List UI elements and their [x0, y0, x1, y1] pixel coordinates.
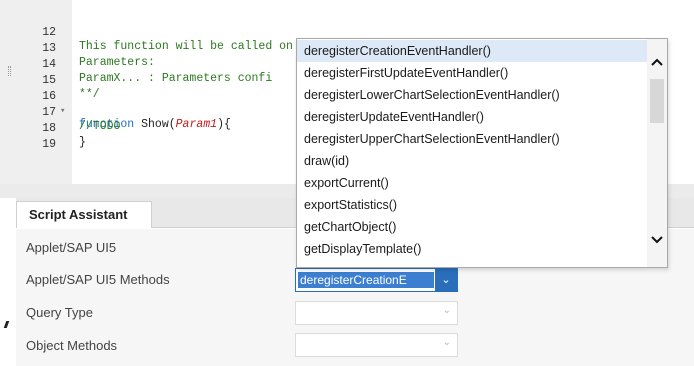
code-line-15: 15 **/ — [0, 60, 300, 101]
dropdown-item[interactable]: deregisterFirstUpdateEventHandler() — [297, 62, 649, 84]
code-line-17: 17 //TODO — [0, 92, 300, 133]
dropdown-item[interactable]: deregisterLowerChartSelectionEventHandle… — [297, 84, 649, 106]
line-number: 19 — [42, 138, 56, 151]
code-line-12: 12 This function will be called on press… — [0, 12, 403, 53]
chevron-down-icon: ⌄ — [442, 337, 451, 348]
object-methods-label: Object Methods — [26, 338, 118, 353]
applet-label: Applet/SAP UI5 — [26, 240, 117, 255]
dropdown-item[interactable]: getChartObject() — [297, 216, 649, 238]
cursor-mark — [3, 321, 10, 328]
tab-script-assistant[interactable]: Script Assistant — [16, 201, 152, 228]
applet-methods-select[interactable]: deregisterCreationE ⌄ — [295, 268, 458, 292]
dropdown-item[interactable]: deregisterCreationEventHandler() — [297, 40, 649, 62]
chevron-down-icon: ⌄ — [442, 305, 451, 316]
dropdown-item[interactable]: exportStatistics() — [297, 194, 649, 216]
code-line-16: 16 ▾ function Show(Param1){ — [0, 76, 300, 131]
dropdown-scrollbar[interactable] — [647, 39, 667, 267]
query-type-select[interactable]: ⌄ — [295, 301, 458, 325]
query-type-label: Query Type — [26, 305, 93, 320]
dropdown-item[interactable]: getDisplayTemplate() — [297, 238, 649, 260]
dropdown-item[interactable]: draw(id) — [297, 150, 649, 172]
dropdown-item[interactable]: deregisterUpdateEventHandler() — [297, 106, 649, 128]
chevron-down-icon[interactable] — [647, 231, 667, 251]
object-methods-select[interactable]: ⌄ — [295, 333, 458, 357]
chevron-down-icon[interactable]: ⌄ — [435, 269, 457, 291]
code-line-19: 19 — [0, 124, 300, 151]
scrollbar-thumb[interactable] — [650, 79, 664, 123]
autocomplete-dropdown[interactable]: deregisterCreationEventHandler() deregis… — [296, 38, 668, 268]
chevron-up-icon[interactable] — [647, 53, 667, 73]
dropdown-item[interactable]: deregisterUpperChartSelectionEventHandle… — [297, 128, 649, 150]
applet-methods-input[interactable]: deregisterCreationE — [297, 271, 435, 289]
dropdown-item[interactable]: exportCurrent() — [297, 172, 649, 194]
code-line-18: 18 } — [0, 108, 300, 149]
applet-methods-label: Applet/SAP UI5 Methods — [26, 272, 170, 287]
code-text: } — [79, 136, 86, 150]
code-line-13: 13 Parameters: — [0, 28, 300, 69]
code-line-14: 14 ParamX... : Parameters confi — [0, 44, 300, 85]
